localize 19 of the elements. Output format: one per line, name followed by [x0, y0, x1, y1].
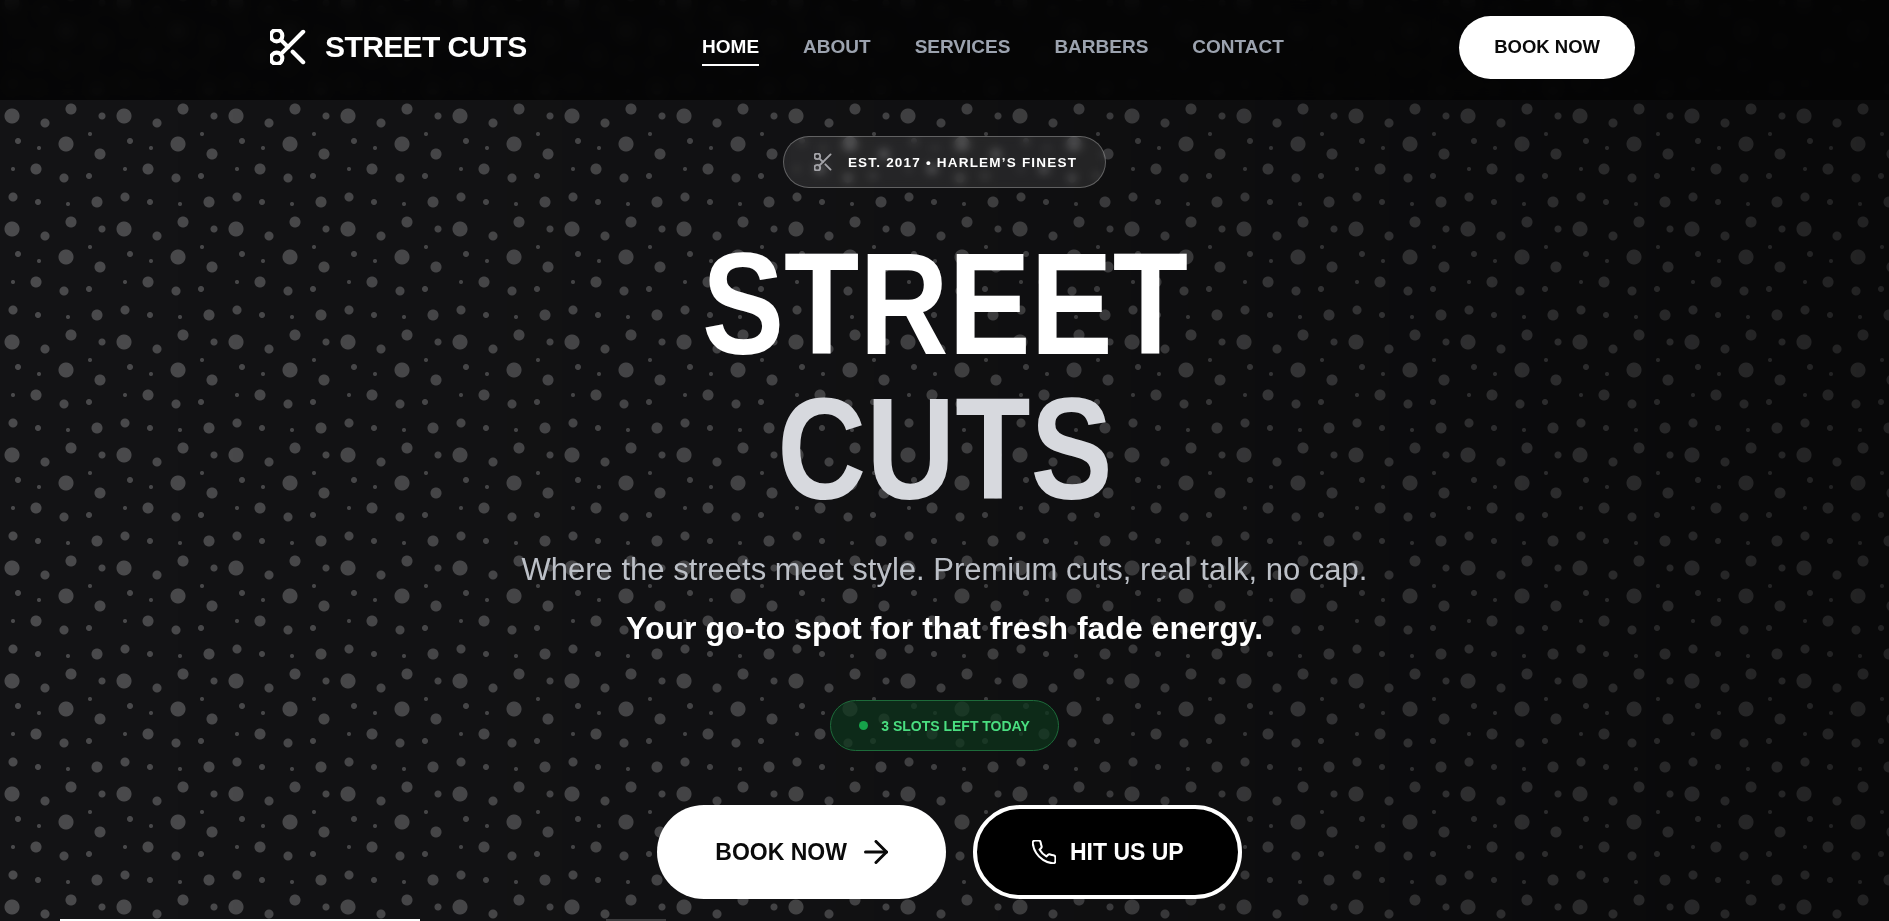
- hero-title: STREET CUTS: [700, 232, 1189, 522]
- book-now-button[interactable]: BOOK NOW: [657, 805, 946, 899]
- hero-tagline: Where the streets meet style. Premium cuts, real talk, no cap.: [521, 551, 1368, 589]
- nav-link[interactable]: BARBERS: [1054, 28, 1149, 66]
- phone-icon: [1031, 840, 1056, 864]
- book-now-button[interactable]: BOOK NOW: [1459, 15, 1635, 79]
- hero-subtagline: Your go-to spot for that fresh fade energy.: [625, 609, 1264, 648]
- nav-link[interactable]: SERVICES: [914, 28, 1011, 66]
- badge-text: EST. 2017 • HARLEM’S FINEST: [847, 154, 1078, 170]
- scissors-icon: [270, 29, 306, 65]
- nav-link[interactable]: HOME: [702, 28, 760, 66]
- nav-link[interactable]: CONTACT: [1192, 28, 1284, 66]
- arrow-right-icon: [863, 840, 888, 864]
- logo-text: STREET CUTS: [325, 32, 527, 62]
- status-dot-icon: [859, 721, 869, 730]
- call-button[interactable]: HIT US UP: [972, 805, 1242, 899]
- scissors-icon: [813, 153, 832, 171]
- nav-link[interactable]: ABOUT: [803, 28, 871, 66]
- availability-text: 3 SLOTS LEFT TODAY: [881, 717, 1030, 734]
